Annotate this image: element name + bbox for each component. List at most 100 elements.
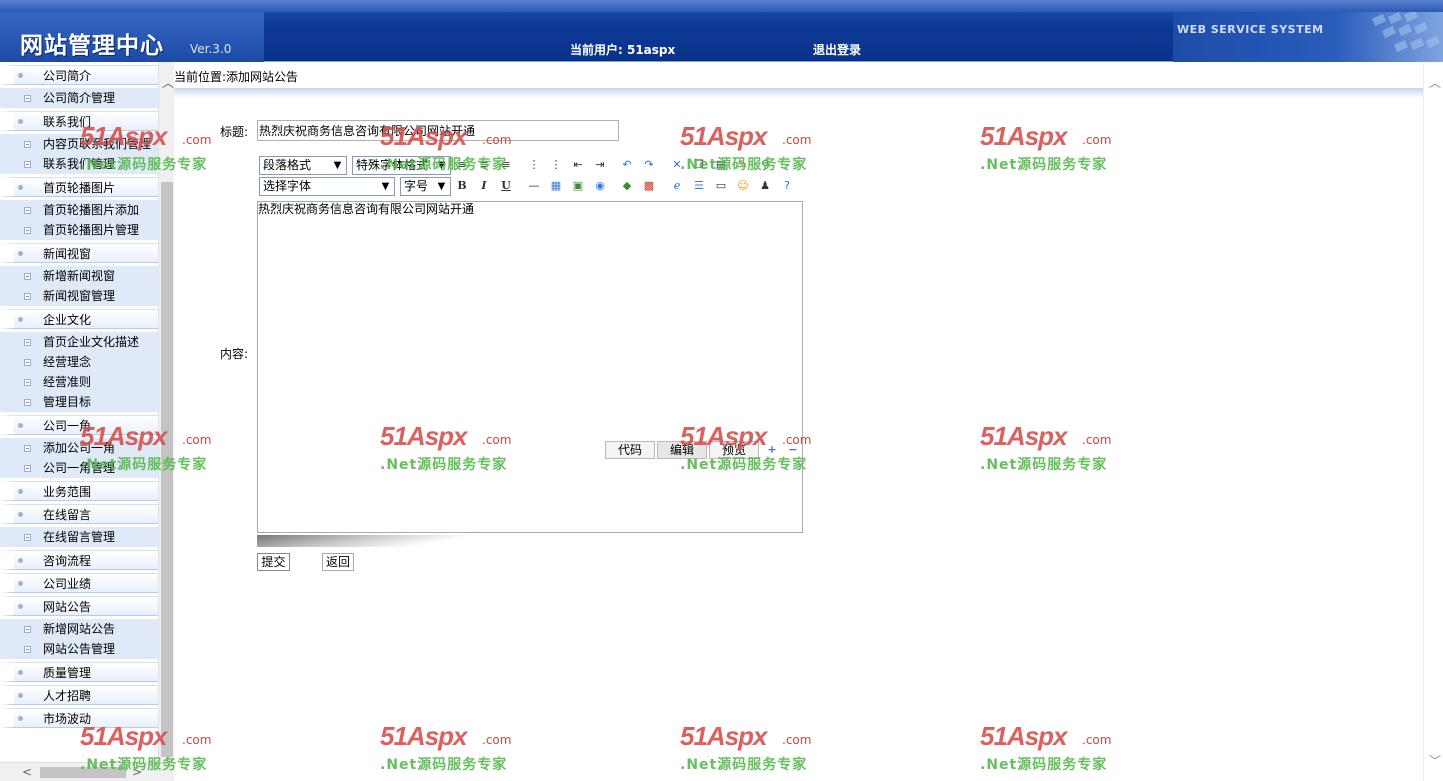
sidebar-item[interactable]: 管理目标 xyxy=(0,392,158,412)
insert-image-icon[interactable]: ▣ xyxy=(569,177,587,195)
scrollbar-thumb[interactable] xyxy=(161,182,173,757)
sidebar-item[interactable]: 首页企业文化描述 xyxy=(0,332,158,352)
unordered-list-icon[interactable]: ⋮ xyxy=(547,156,565,174)
rich-text-editor: 段落格式 ▼ 特殊字体格式 ▼ ≡ ≡ ≡ ⋮ ⋮ ⇤ ⇥ ↶ ↷ ✕ ❐ ▤ xyxy=(257,155,803,535)
sidebar-item-label: 联系我们 xyxy=(43,115,92,129)
horizontal-scrollbar-thumb[interactable] xyxy=(40,767,126,778)
sidebar-item[interactable]: 经营理念 xyxy=(0,352,158,372)
sidebar-item[interactable]: 联系我们管理 xyxy=(0,154,158,174)
back-button[interactable]: 返回 xyxy=(322,553,354,571)
sidebar-group-header[interactable]: 质量管理 xyxy=(0,662,158,682)
sidebar-group-header[interactable]: 咨询流程 xyxy=(0,550,158,570)
indent-icon[interactable]: ⇥ xyxy=(591,156,609,174)
scroll-right-icon[interactable]: > xyxy=(132,765,142,779)
scroll-left-icon[interactable]: < xyxy=(22,765,32,779)
sidebar-item[interactable]: 内容页联系我们管理 xyxy=(0,134,158,154)
sidebar-item[interactable]: 网站公告管理 xyxy=(0,639,158,659)
sidebar-item-label: 网站公告 xyxy=(43,600,92,614)
tab-edit[interactable]: 编辑 xyxy=(657,441,707,459)
insert-table-icon[interactable]: ▦ xyxy=(547,177,565,195)
bold-button[interactable]: B xyxy=(453,177,471,195)
breadcrumb: 当前位置:添加网站公告 xyxy=(174,70,299,84)
emoticon-icon[interactable]: ☺ xyxy=(734,177,752,195)
sidebar-group-header[interactable]: 首页轮播图片 xyxy=(0,177,158,197)
redo-icon[interactable]: ↷ xyxy=(640,156,658,174)
sidebar-group-header[interactable]: 公司一角 xyxy=(0,415,158,435)
sidebar-group-header[interactable]: 联系我们 xyxy=(0,111,158,131)
horizontal-scrollbar[interactable]: < > xyxy=(0,762,174,781)
date-icon[interactable]: ▭ xyxy=(712,177,730,195)
bullet-icon xyxy=(18,716,23,721)
bullet-icon xyxy=(18,581,23,586)
sidebar-item[interactable]: 首页轮播图片管理 xyxy=(0,220,158,240)
sidebar-item[interactable]: 首页轮播图片添加 xyxy=(0,200,158,220)
sidebar-item-label: 业务范围 xyxy=(43,485,92,499)
editor-content-text: 热烈庆祝商务信息咨询有限公司网站开通 xyxy=(258,202,475,216)
outdent-icon[interactable]: ⇤ xyxy=(569,156,587,174)
align-center-icon[interactable]: ≡ xyxy=(475,156,493,174)
editor-toolbar: 段落格式 ▼ 特殊字体格式 ▼ ≡ ≡ ≡ ⋮ ⋮ ⇤ ⇥ ↶ ↷ ✕ ❐ ▤ xyxy=(257,155,803,201)
paste-text-icon[interactable]: ✎ xyxy=(734,156,752,174)
app-root: 网站管理中心 Ver.3.0 当前用户: 51aspx 退出登录 WEB SER… xyxy=(0,0,1443,781)
sidebar-item-label: 市场波动 xyxy=(43,712,92,726)
sidebar-group-header[interactable]: 公司业绩 xyxy=(0,573,158,593)
sidebar-group-header[interactable]: 网站公告 xyxy=(0,596,158,616)
sidebar-group-header[interactable]: 业务范围 xyxy=(0,481,158,501)
logout-link[interactable]: 退出登录 xyxy=(813,41,861,58)
undo-icon[interactable]: ↶ xyxy=(618,156,636,174)
sidebar-item[interactable]: 新增新闻视窗 xyxy=(0,266,158,286)
sidebar-item-label: 人才招聘 xyxy=(43,689,92,703)
cut-icon[interactable]: ✕ xyxy=(668,156,686,174)
sidebar-item[interactable]: 公司一角管理 xyxy=(0,458,158,478)
scroll-up-icon[interactable]: ︿ xyxy=(162,74,174,91)
scroll-down-icon[interactable]: ﹀ xyxy=(1429,752,1441,769)
sidebar-item[interactable]: 公司简介管理 xyxy=(0,88,158,108)
insert-row-icon[interactable]: ☰ xyxy=(690,177,708,195)
tab-preview[interactable]: 预览 xyxy=(709,441,759,459)
sidebar-group-header[interactable]: 市场波动 xyxy=(0,708,158,728)
sidebar-scrollbar[interactable]: ︿ xyxy=(158,62,174,762)
sidebar-group-header[interactable]: 新闻视窗 xyxy=(0,243,158,263)
plus-icon[interactable]: + xyxy=(763,441,781,459)
scroll-up-icon[interactable]: ︿ xyxy=(1429,74,1441,91)
align-left-icon[interactable]: ≡ xyxy=(453,156,471,174)
paste-icon[interactable]: ▤ xyxy=(712,156,730,174)
sidebar-group-header[interactable]: 公司简介 xyxy=(0,65,158,85)
insert-link-icon[interactable]: ℯ xyxy=(668,177,686,195)
sidebar-group-header[interactable]: 人才招聘 xyxy=(0,685,158,705)
title-input[interactable] xyxy=(257,120,619,141)
sidebar-group-header[interactable]: 在线留言 xyxy=(0,504,158,524)
sidebar-group-header[interactable]: 企业文化 xyxy=(0,309,158,329)
font-size-select[interactable]: 字号 ▼ xyxy=(400,177,451,196)
find-replace-icon[interactable]: ⚲ xyxy=(756,156,774,174)
italic-button[interactable]: I xyxy=(475,177,493,195)
special-char-icon[interactable]: ▩ xyxy=(640,177,658,195)
minus-icon[interactable]: − xyxy=(784,441,802,459)
paragraph-format-select[interactable]: 段落格式 ▼ xyxy=(259,156,347,175)
chevron-down-icon: ▼ xyxy=(333,160,342,171)
insert-flash-icon[interactable]: ◆ xyxy=(618,177,636,195)
submit-button[interactable]: 提交 xyxy=(257,553,290,571)
sidebar-item-label: 在线留言管理 xyxy=(43,530,116,544)
help-icon[interactable]: ? xyxy=(778,177,796,195)
ordered-list-icon[interactable]: ⋮ xyxy=(525,156,543,174)
copy-icon[interactable]: ❐ xyxy=(690,156,708,174)
sidebar-item[interactable]: 在线留言管理 xyxy=(0,527,158,547)
sidebar-item[interactable]: 新闻视窗管理 xyxy=(0,286,158,306)
title-label: 标题: xyxy=(220,125,249,139)
editor-content-area[interactable]: 热烈庆祝商务信息咨询有限公司网站开通 xyxy=(257,201,803,533)
font-family-select[interactable]: 选择字体 ▼ xyxy=(259,177,395,196)
insert-media-icon[interactable]: ◉ xyxy=(591,177,609,195)
align-right-icon[interactable]: ≡ xyxy=(497,156,515,174)
tab-code[interactable]: 代码 xyxy=(605,441,655,459)
header-band xyxy=(0,0,1443,12)
horizontal-rule-icon[interactable]: — xyxy=(525,177,543,195)
special-format-select[interactable]: 特殊字体格式 ▼ xyxy=(352,156,451,175)
sidebar-item[interactable]: 经营准则 xyxy=(0,372,158,392)
sidebar-item[interactable]: 新增网站公告 xyxy=(0,619,158,639)
page-scrollbar[interactable]: ︿ ﹀ xyxy=(1423,62,1443,781)
qq-icon[interactable]: ♟ xyxy=(756,177,774,195)
underline-button[interactable]: U xyxy=(497,177,515,195)
bullet-icon xyxy=(18,693,23,698)
sidebar-item[interactable]: 添加公司一角 xyxy=(0,438,158,458)
